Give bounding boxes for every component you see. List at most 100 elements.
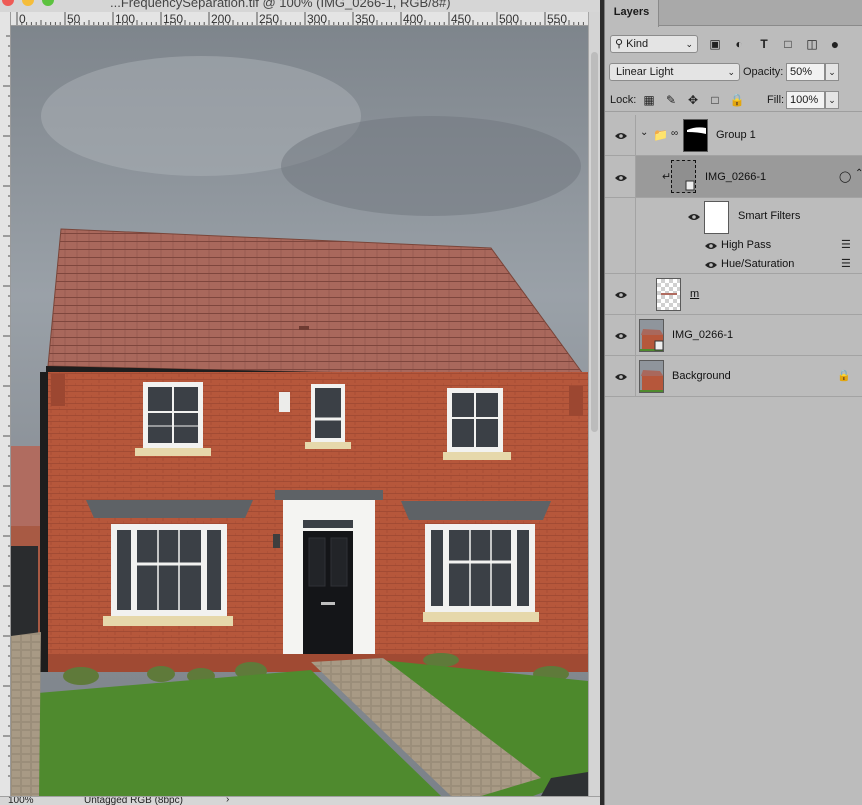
eye-icon <box>615 374 627 380</box>
visibility-toggle[interactable] <box>605 156 636 197</box>
lock-transparent-icon[interactable]: ▦ <box>641 93 657 107</box>
ruler-tick-label: 250 <box>259 12 279 26</box>
lock-label: Lock: <box>610 94 637 106</box>
layer-row-m[interactable]: m <box>605 274 862 315</box>
ruler-tick-label: 100 <box>115 12 135 26</box>
ruler-tick-label: 200 <box>211 12 231 26</box>
type-filter-icon[interactable]: T <box>756 37 772 53</box>
mask-shape <box>687 127 706 134</box>
house-photo <box>11 26 588 796</box>
house-mini-image <box>640 361 663 392</box>
smart-filter-options-icon[interactable]: ◯ <box>839 170 851 183</box>
document-profile-info: Untagged RGB (8bpc) <box>84 796 183 805</box>
opacity-label: Opacity: <box>743 66 784 78</box>
link-icon[interactable]: ∞ <box>671 128 678 139</box>
tab-layers[interactable]: Layers <box>605 0 659 27</box>
filter-kind-select[interactable]: ⚲ Kind ⌄ <box>610 35 698 53</box>
chevron-down-icon[interactable]: ⌄ <box>640 127 648 138</box>
chevron-down-icon: ⌄ <box>828 67 836 77</box>
layer-row-background[interactable]: Background 🔒 <box>605 356 862 397</box>
eye-icon <box>615 292 627 298</box>
vertical-scrollbar[interactable] <box>588 12 600 796</box>
layer-thumbnail[interactable] <box>639 360 664 393</box>
lock-paint-icon[interactable]: ✎ <box>663 93 679 107</box>
chevron-down-icon: ⌄ <box>828 95 836 105</box>
opacity-slider-toggle[interactable]: ⌄ <box>825 63 839 81</box>
fill-label: Fill: <box>767 94 785 106</box>
minimize-window-button[interactable] <box>22 0 34 6</box>
layer-thumbnail[interactable] <box>671 160 696 193</box>
panel-tab-bar: Layers <box>605 0 862 27</box>
layer-filter-row: ⚲ Kind ⌄ ▣ ◐ T □ ◫ ● <box>605 32 862 56</box>
layer-row-img-0266-1-selected[interactable]: ↵ IMG_0266-1 ◯ ⌃ <box>605 156 862 198</box>
filter-toggle-icon[interactable]: ● <box>827 37 843 53</box>
visibility-toggle[interactable] <box>605 315 636 355</box>
transparent-layer-thumbnail[interactable] <box>656 278 681 311</box>
chevron-down-icon: ⌄ <box>727 67 735 77</box>
lock-all-icon[interactable]: 🔒 <box>729 93 745 107</box>
eye-icon <box>615 133 627 139</box>
eye-icon[interactable] <box>704 260 718 270</box>
vertical-ruler-ticks <box>3 35 10 777</box>
visibility-toggle[interactable] <box>605 356 636 396</box>
layer-name: Background <box>672 370 731 382</box>
filter-blending-options-icon[interactable]: ☰ <box>841 257 851 270</box>
layer-thumbnail[interactable] <box>639 319 664 352</box>
zoom-level-field[interactable]: 100% <box>8 797 34 805</box>
horizontal-ruler[interactable]: 0 50 100 150 200 250 300 350 400 450 500 550 <box>11 12 588 26</box>
document-titlebar: ...FrequencySeparation.tif @ 100% (IMG_0… <box>0 0 600 12</box>
visibility-column <box>605 198 636 273</box>
layer-row-group-1[interactable]: ⌄ 📁 ∞ Group 1 <box>605 115 862 156</box>
filter-hue-saturation[interactable]: Hue/Saturation <box>721 258 794 270</box>
smart-object-badge <box>685 180 695 191</box>
lock-artboard-icon[interactable]: □ <box>707 93 723 107</box>
ruler-tick-label: 450 <box>451 12 471 26</box>
eye-icon <box>615 333 627 339</box>
blend-mode-value: Linear Light <box>616 66 674 78</box>
ruler-tick-label: 50 <box>67 12 81 26</box>
layer-row-img-0266-1[interactable]: IMG_0266-1 <box>605 315 862 356</box>
blend-mode-select[interactable]: Linear Light ⌄ <box>609 63 740 81</box>
shape-filter-icon[interactable]: □ <box>780 37 796 53</box>
status-menu-arrow[interactable]: › <box>226 797 229 805</box>
ruler-tick-label: 350 <box>355 12 375 26</box>
eye-icon[interactable] <box>704 241 718 251</box>
layer-name: IMG_0266-1 <box>705 171 767 183</box>
group-mask-thumbnail[interactable] <box>683 119 708 152</box>
folder-icon: 📁 <box>653 128 668 142</box>
horizontal-ruler-ticks: 0 50 100 150 200 250 300 350 400 450 500 550 <box>16 12 584 26</box>
visibility-toggle[interactable] <box>605 274 636 314</box>
smart-object-filter-icon[interactable]: ◫ <box>804 37 820 53</box>
zoom-window-button[interactable] <box>42 0 54 6</box>
ruler-tick-label: 550 <box>547 12 567 26</box>
image-filter-icon[interactable]: ▣ <box>707 37 723 53</box>
layer-name: m <box>690 288 700 300</box>
house-mini-image <box>640 320 663 351</box>
layer-name: IMG_0266-1 <box>672 329 734 341</box>
chevron-up-icon[interactable]: ⌃ <box>855 168 862 179</box>
eye-icon[interactable] <box>687 212 701 222</box>
fill-input[interactable]: 100% <box>786 91 825 109</box>
lock-icon[interactable]: 🔒 <box>837 369 851 382</box>
layers-list: ⌄ 📁 ∞ Group 1 ↵ IMG_0266-1 ◯ ⌃ <box>605 115 862 805</box>
eye-icon <box>615 175 627 181</box>
adjustment-filter-icon[interactable]: ◐ <box>731 37 747 53</box>
filter-blending-options-icon[interactable]: ☰ <box>841 238 851 251</box>
ruler-tick-label: 400 <box>403 12 423 26</box>
lock-position-icon[interactable]: ✥ <box>685 93 701 107</box>
ruler-tick-label: 0 <box>19 12 26 26</box>
close-window-button[interactable] <box>2 0 14 6</box>
smart-filter-mask-thumbnail[interactable] <box>704 201 729 234</box>
document-title: ...FrequencySeparation.tif @ 100% (IMG_0… <box>110 0 451 10</box>
visibility-toggle[interactable] <box>605 115 636 155</box>
fill-slider-toggle[interactable]: ⌄ <box>825 91 839 109</box>
filter-high-pass[interactable]: High Pass <box>721 239 771 251</box>
vertical-scroll-thumb[interactable] <box>591 52 598 432</box>
vertical-ruler[interactable] <box>0 12 11 796</box>
ruler-tick-label: 500 <box>499 12 519 26</box>
opacity-input[interactable]: 50% <box>786 63 825 81</box>
ruler-tick-label: 150 <box>163 12 183 26</box>
ruler-tick-label: 300 <box>307 12 327 26</box>
smart-filters-group: Smart Filters High Pass ☰ Hue/Saturation… <box>605 198 862 274</box>
document-canvas[interactable] <box>11 26 588 796</box>
